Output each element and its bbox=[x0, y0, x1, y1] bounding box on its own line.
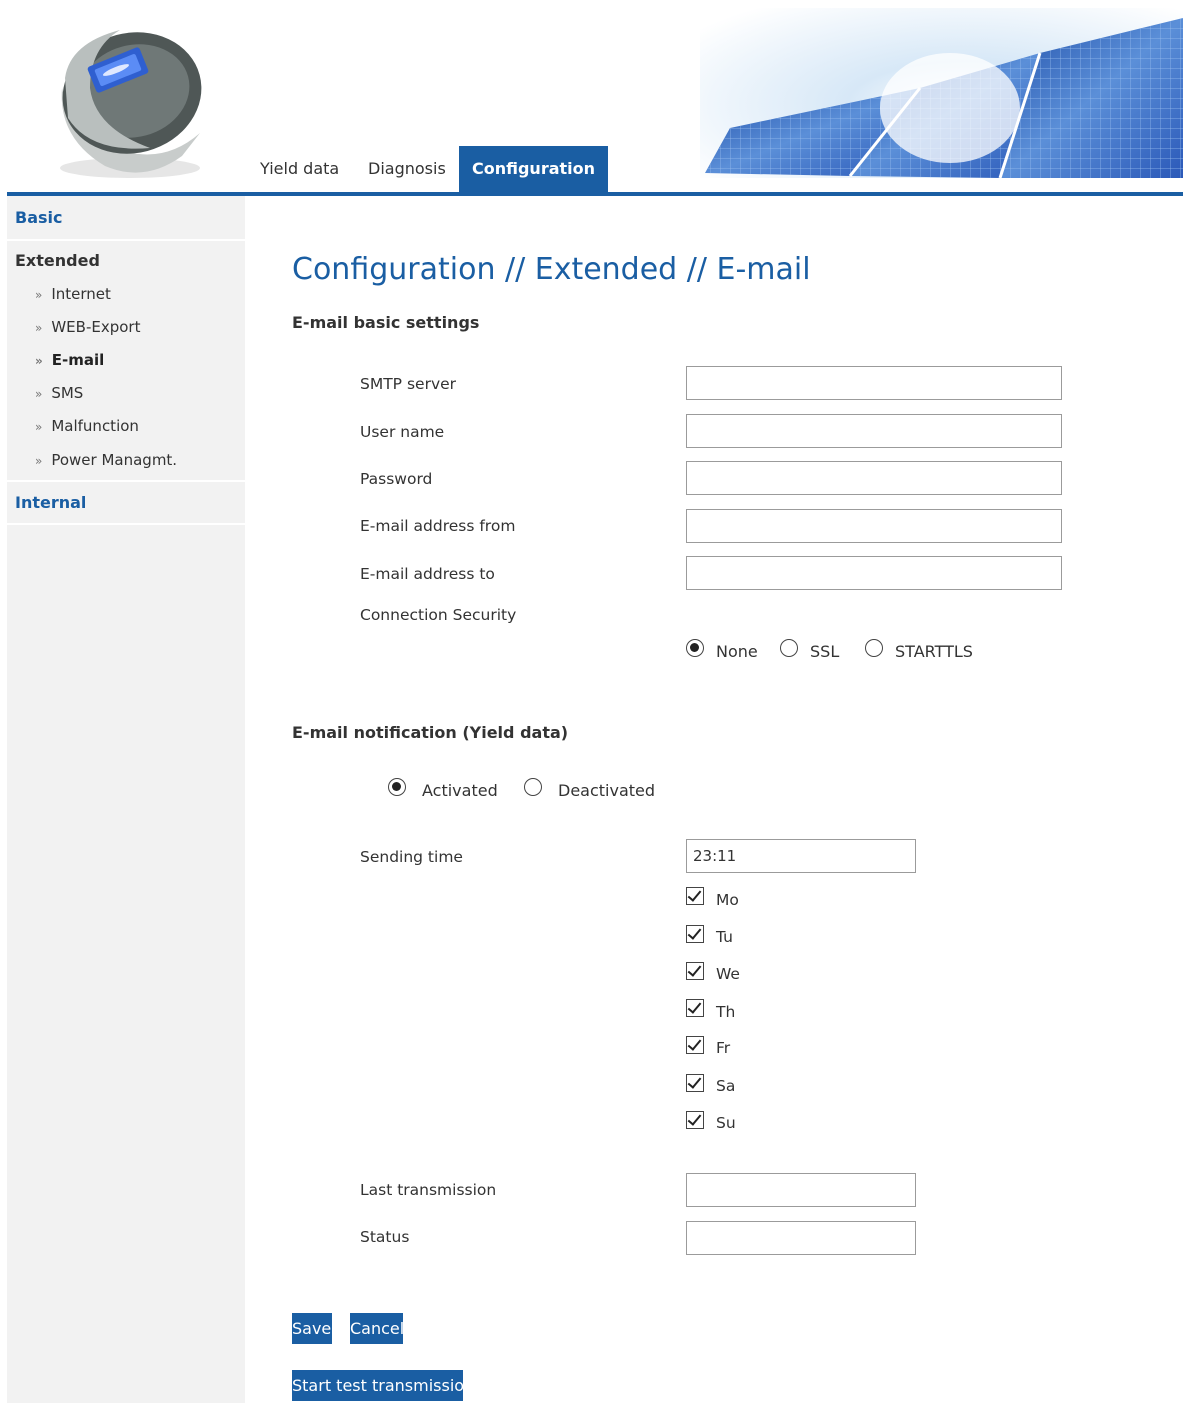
sidebar: Basic Extended » Internet » WEB-Export » E-… bbox=[7, 196, 245, 1403]
sidebar-item-basic[interactable]: Basic bbox=[15, 208, 62, 227]
security-none-radio[interactable] bbox=[686, 639, 704, 657]
device-logo bbox=[60, 30, 202, 178]
sidebar-item-email[interactable]: » E-mail bbox=[35, 351, 104, 369]
security-starttls-radio[interactable] bbox=[865, 639, 883, 657]
bullet-icon: » bbox=[35, 288, 43, 302]
tab-yield-data[interactable]: Yield data bbox=[260, 146, 339, 192]
bullet-icon: » bbox=[35, 354, 43, 368]
sidebar-item-web-export[interactable]: » WEB-Export bbox=[35, 318, 140, 336]
day-label-th: Th bbox=[716, 1003, 736, 1021]
day-checkbox-sa[interactable] bbox=[686, 1074, 704, 1092]
security-starttls-label: STARTTLS bbox=[895, 642, 973, 661]
user-name-input[interactable] bbox=[686, 414, 1062, 448]
status-label: Status bbox=[360, 1228, 410, 1246]
sending-time-label: Sending time bbox=[360, 848, 463, 866]
sidebar-item-label: Internet bbox=[51, 285, 111, 303]
section-heading-notification: E-mail notification (Yield data) bbox=[292, 723, 569, 742]
solar-panel-banner bbox=[700, 8, 1183, 184]
last-transmission-label: Last transmission bbox=[360, 1181, 497, 1199]
bullet-icon: » bbox=[35, 454, 43, 468]
sidebar-item-sms[interactable]: » SMS bbox=[35, 384, 83, 402]
notification-deactivated-radio[interactable] bbox=[524, 778, 542, 796]
notification-activated-label: Activated bbox=[422, 781, 498, 800]
day-label-mo: Mo bbox=[716, 891, 739, 909]
sidebar-item-extended[interactable]: Extended bbox=[15, 251, 100, 270]
password-input[interactable] bbox=[686, 461, 1062, 495]
last-transmission-field[interactable] bbox=[686, 1173, 916, 1207]
day-checkbox-su[interactable] bbox=[686, 1111, 704, 1129]
user-name-label: User name bbox=[360, 423, 445, 441]
section-heading-basic-settings: E-mail basic settings bbox=[292, 313, 480, 332]
security-none-label: None bbox=[716, 642, 758, 661]
bullet-icon: » bbox=[35, 387, 43, 401]
sidebar-divider bbox=[7, 523, 245, 525]
bullet-icon: » bbox=[35, 420, 43, 434]
sidebar-item-internal[interactable]: Internal bbox=[15, 493, 86, 512]
day-checkbox-fr[interactable] bbox=[686, 1036, 704, 1054]
status-field[interactable] bbox=[686, 1221, 916, 1255]
day-checkbox-tu[interactable] bbox=[686, 925, 704, 943]
day-label-fr: Fr bbox=[716, 1039, 731, 1057]
email-to-label: E-mail address to bbox=[360, 565, 495, 583]
sidebar-item-internet[interactable]: » Internet bbox=[35, 285, 111, 303]
smtp-server-label: SMTP server bbox=[360, 375, 457, 393]
notification-activated-radio[interactable] bbox=[388, 778, 406, 796]
tab-diagnosis[interactable]: Diagnosis bbox=[368, 146, 446, 192]
notification-deactivated-label: Deactivated bbox=[558, 781, 656, 800]
bullet-icon: » bbox=[35, 321, 43, 335]
sidebar-item-label: Malfunction bbox=[51, 417, 139, 435]
email-to-input[interactable] bbox=[686, 556, 1062, 590]
day-label-su: Su bbox=[716, 1114, 736, 1132]
security-ssl-label: SSL bbox=[810, 642, 840, 661]
sidebar-item-label: SMS bbox=[51, 384, 84, 402]
sidebar-divider bbox=[7, 480, 245, 482]
day-checkbox-mo[interactable] bbox=[686, 887, 704, 905]
security-ssl-radio[interactable] bbox=[780, 639, 798, 657]
day-label-we: We bbox=[716, 965, 740, 983]
start-test-transmission-button[interactable]: Start test transmission bbox=[292, 1370, 463, 1401]
password-label: Password bbox=[360, 470, 433, 488]
sidebar-item-malfunction[interactable]: » Malfunction bbox=[35, 417, 139, 435]
email-from-label: E-mail address from bbox=[360, 517, 516, 535]
sidebar-item-power-management[interactable]: » Power Managmt. bbox=[35, 451, 177, 469]
cancel-button[interactable]: Cancel bbox=[350, 1313, 403, 1344]
day-label-sa: Sa bbox=[716, 1077, 736, 1095]
day-checkbox-th[interactable] bbox=[686, 999, 704, 1017]
sidebar-item-label: Power Managmt. bbox=[51, 451, 178, 469]
email-from-input[interactable] bbox=[686, 509, 1062, 543]
sidebar-item-label: E-mail bbox=[51, 351, 105, 369]
day-label-tu: Tu bbox=[716, 928, 733, 946]
sidebar-divider bbox=[7, 239, 245, 241]
smtp-server-input[interactable] bbox=[686, 366, 1062, 400]
sending-time-input[interactable] bbox=[686, 839, 916, 873]
save-button[interactable]: Save bbox=[292, 1313, 332, 1344]
connection-security-label: Connection Security bbox=[360, 606, 517, 624]
page-title: Configuration // Extended // E-mail bbox=[292, 252, 811, 287]
sidebar-item-label: WEB-Export bbox=[51, 318, 141, 336]
day-checkbox-we[interactable] bbox=[686, 962, 704, 980]
tab-configuration[interactable]: Configuration bbox=[459, 146, 608, 192]
